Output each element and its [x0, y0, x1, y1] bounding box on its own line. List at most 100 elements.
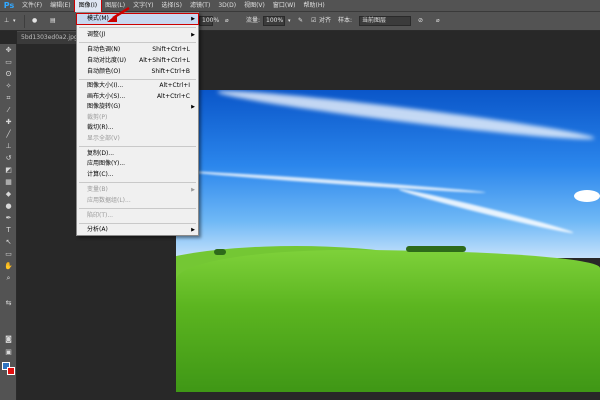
menu-item-adjustments[interactable]: 调整(J) ▶ — [77, 30, 198, 40]
menu-3d[interactable]: 3D(D) — [214, 0, 240, 12]
menu-divider — [79, 42, 196, 43]
hand-tool-icon[interactable]: ✋ — [3, 262, 14, 270]
menu-item-image-size[interactable]: 图像大小(I)... Alt+Ctrl+I — [77, 81, 198, 91]
menu-item-duplicate[interactable]: 复制(D)... — [77, 149, 198, 159]
menu-help[interactable]: 帮助(H) — [300, 0, 329, 12]
menu-item-label: 变量(B) — [87, 186, 108, 193]
menu-filter[interactable]: 滤镜(T) — [186, 0, 214, 12]
menu-item-apply-image[interactable]: 应用图像(Y)... — [77, 159, 198, 169]
menu-view[interactable]: 视图(V) — [240, 0, 269, 12]
menu-item-label: 画布大小(S)... — [87, 93, 126, 100]
menu-item-reveal-all: 显示全部(V) — [77, 134, 198, 144]
menu-item-auto-color[interactable]: 自动颜色(O) Shift+Ctrl+B — [77, 67, 198, 77]
opacity-field[interactable]: 100% — [199, 16, 219, 26]
submenu-arrow-icon: ▶ — [191, 227, 195, 233]
aligned-checkbox[interactable]: ☑ — [311, 15, 316, 27]
menu-item-label: 裁切(R)... — [87, 124, 114, 131]
menu-item-label: 图像旋转(G) — [87, 103, 121, 110]
menu-item-label: 自动颜色(O) — [87, 68, 121, 75]
airbrush-icon[interactable]: ✎ — [298, 15, 303, 27]
history-brush-icon[interactable]: ↺ — [3, 154, 14, 162]
swap-colors-icon[interactable]: ⇆ — [3, 299, 14, 307]
pressure-size-icon[interactable]: ⌀ — [436, 15, 440, 27]
menu-divider — [79, 208, 196, 209]
gradient-tool-icon[interactable]: ▦ — [3, 178, 14, 186]
submenu-arrow-icon: ▶ — [191, 32, 195, 38]
menu-item-label: 显示全部(V) — [87, 135, 120, 142]
menu-item-label: 陷印(T)... — [87, 212, 114, 219]
submenu-arrow-icon: ▶ — [191, 187, 195, 193]
zoom-tool-icon[interactable]: ⌕ — [3, 274, 14, 282]
crop-tool-icon[interactable]: ⌗ — [3, 94, 14, 102]
menu-select[interactable]: 选择(S) — [157, 0, 186, 12]
tree-line — [214, 249, 226, 255]
pen-tool-icon[interactable]: ✒ — [3, 214, 14, 222]
menu-item-canvas-size[interactable]: 画布大小(S)... Alt+Ctrl+C — [77, 92, 198, 102]
menu-item-trim[interactable]: 裁切(R)... — [77, 123, 198, 133]
sample-select[interactable]: 当前图层 — [359, 16, 411, 26]
menu-item-image-rotation[interactable]: 图像旋转(G) ▶ — [77, 102, 198, 112]
quick-mask-icon[interactable]: ◙ — [3, 335, 14, 343]
chevron-down-icon[interactable]: ▾ — [13, 15, 16, 27]
chevron-down-icon[interactable]: ▾ — [288, 15, 291, 27]
menu-item-label: 应用图像(Y)... — [87, 160, 126, 167]
quick-select-icon[interactable]: ✧ — [3, 82, 14, 90]
menu-bar: Ps 文件(F) 编辑(E) 图像(I) 图层(L) 文字(Y) 选择(S) 滤… — [0, 0, 600, 13]
screen-mode-icon[interactable]: ▣ — [3, 348, 14, 356]
move-tool-icon[interactable]: ✥ — [3, 46, 14, 54]
aligned-label: 对齐 — [319, 17, 332, 24]
menu-file[interactable]: 文件(F) — [18, 0, 46, 12]
path-select-icon[interactable]: ↖ — [3, 238, 14, 246]
ignore-adjustment-icon[interactable]: ⊘ — [418, 15, 423, 27]
menu-item-trap: 陷印(T)... — [77, 211, 198, 221]
document-tab[interactable]: 5bd1303ed0a2.jpg — [17, 31, 77, 44]
menu-window[interactable]: 窗口(W) — [269, 0, 300, 12]
brush-preset-icon[interactable]: ● — [32, 15, 37, 27]
menu-item-label: 自动对比度(U) — [87, 57, 127, 64]
menu-item-label: 调整(J) — [87, 31, 106, 38]
clone-stamp-tool-icon[interactable]: ⊥ — [3, 142, 14, 150]
menu-item-analysis[interactable]: 分析(A) ▶ — [77, 225, 198, 235]
canvas-image[interactable] — [176, 90, 600, 392]
menu-item-shortcut: Alt+Ctrl+C — [156, 93, 190, 100]
menu-item-crop: 裁剪(P) — [77, 113, 198, 123]
menu-item-shortcut: Alt+Shift+Ctrl+L — [139, 57, 190, 64]
brush-panel-icon[interactable]: ▤ — [50, 15, 56, 27]
menu-divider — [79, 79, 196, 80]
menu-item-auto-tone[interactable]: 自动色调(N) Shift+Ctrl+L — [77, 45, 198, 55]
menu-divider — [79, 223, 196, 224]
menu-image[interactable]: 图像(I) — [73, 0, 103, 13]
menu-item-label: 分析(A) — [87, 226, 108, 233]
eraser-icon[interactable]: ◩ — [3, 166, 14, 174]
tree-line — [406, 246, 466, 252]
sample-label: 样本: — [338, 17, 353, 24]
type-tool-icon[interactable]: T — [3, 226, 14, 234]
blur-tool-icon[interactable]: ◆ — [3, 190, 14, 198]
clone-stamp-icon[interactable]: ⊥ — [4, 15, 9, 27]
menu-divider — [79, 27, 196, 28]
menu-type[interactable]: 文字(Y) — [129, 0, 157, 12]
menu-item-apply-data-set: 应用数据组(L)... — [77, 196, 198, 206]
brush-tool-icon[interactable]: ╱ — [3, 130, 14, 138]
menu-item-label: 计算(C)... — [87, 171, 114, 178]
menu-item-auto-contrast[interactable]: 自动对比度(U) Alt+Shift+Ctrl+L — [77, 56, 198, 66]
grass-field — [176, 250, 600, 392]
menu-item-mode[interactable]: 模式(M) ▶ — [76, 13, 199, 25]
flow-field[interactable]: 100% — [263, 16, 285, 26]
shape-tool-icon[interactable]: ▭ — [3, 250, 14, 258]
tools-panel: ✥ ▭ ʘ ✧ ⌗ ⁄ ✚ ╱ ⊥ ↺ ◩ ▦ ◆ ● ✒ T ↖ ▭ ✋ ⌕ … — [0, 44, 17, 400]
marquee-tool-icon[interactable]: ▭ — [3, 58, 14, 66]
menu-item-label: 应用数据组(L)... — [87, 197, 131, 204]
menu-item-shortcut: Shift+Ctrl+B — [151, 68, 190, 75]
pressure-opacity-icon[interactable]: ⌀ — [225, 15, 229, 27]
menu-edit[interactable]: 编辑(E) — [46, 0, 74, 12]
menu-item-variables: 变量(B) ▶ — [77, 185, 198, 195]
eyedropper-icon[interactable]: ⁄ — [3, 106, 14, 114]
photoshop-logo: Ps — [3, 1, 15, 10]
healing-brush-icon[interactable]: ✚ — [3, 118, 14, 126]
dodge-tool-icon[interactable]: ● — [3, 202, 14, 210]
background-color-swatch[interactable] — [7, 367, 15, 375]
menu-item-calculations[interactable]: 计算(C)... — [77, 170, 198, 180]
lasso-tool-icon[interactable]: ʘ — [3, 70, 14, 78]
menu-item-label: 自动色调(N) — [87, 46, 121, 53]
